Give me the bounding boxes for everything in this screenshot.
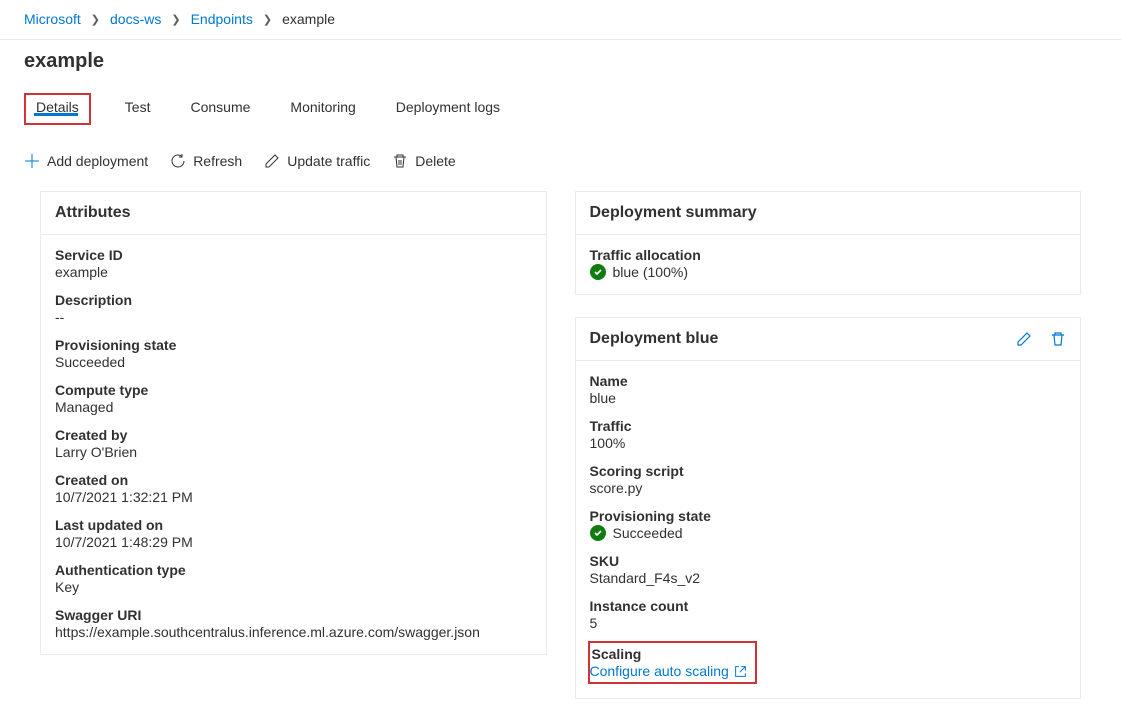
- breadcrumb-docs-ws[interactable]: docs-ws: [110, 11, 161, 27]
- created-by-value: Larry O'Brien: [55, 444, 532, 460]
- scoring-script-value: score.py: [590, 480, 1067, 496]
- breadcrumb-current: example: [282, 11, 335, 27]
- description-label: Description: [55, 292, 532, 309]
- success-icon: [590, 264, 606, 280]
- instance-count-value: 5: [590, 615, 1067, 631]
- name-value: blue: [590, 390, 1067, 406]
- plus-icon: [24, 153, 40, 169]
- sku-value: Standard_F4s_v2: [590, 570, 1067, 586]
- add-deployment-label: Add deployment: [47, 153, 148, 169]
- provisioning-state-value: Succeeded: [55, 354, 532, 370]
- sku-label: SKU: [590, 553, 1067, 570]
- configure-auto-scaling-link[interactable]: Configure auto scaling: [590, 663, 747, 679]
- traffic-label: Traffic: [590, 418, 1067, 435]
- tab-monitoring[interactable]: Monitoring: [284, 93, 361, 125]
- dep-provisioning-state-label: Provisioning state: [590, 508, 1067, 525]
- tabs: Details Test Consume Monitoring Deployme…: [0, 81, 1121, 125]
- scoring-script-label: Scoring script: [590, 463, 1067, 480]
- name-label: Name: [590, 373, 1067, 390]
- scaling-label: Scaling: [590, 646, 747, 663]
- deployment-summary-panel: Deployment summary Traffic allocation bl…: [575, 191, 1082, 295]
- breadcrumb: Microsoft ❯ docs-ws ❯ Endpoints ❯ exampl…: [0, 0, 1121, 40]
- swagger-uri-label: Swagger URI: [55, 607, 532, 624]
- created-on-value: 10/7/2021 1:32:21 PM: [55, 489, 532, 505]
- external-link-icon: [734, 665, 747, 678]
- attributes-panel: Attributes Service ID example Descriptio…: [40, 191, 547, 655]
- tab-details[interactable]: Details: [24, 93, 91, 125]
- refresh-button[interactable]: Refresh: [170, 153, 242, 169]
- breadcrumb-microsoft[interactable]: Microsoft: [24, 11, 81, 27]
- toolbar: Add deployment Refresh Update traffic De…: [0, 137, 1121, 191]
- description-value: --: [55, 309, 532, 325]
- dep-provisioning-state-value: Succeeded: [590, 525, 1067, 541]
- compute-type-label: Compute type: [55, 382, 532, 399]
- traffic-allocation-label: Traffic allocation: [590, 247, 1067, 264]
- deployment-summary-header: Deployment summary: [576, 192, 1081, 235]
- scaling-highlight: Scaling Configure auto scaling: [588, 641, 757, 684]
- auth-type-value: Key: [55, 579, 532, 595]
- attributes-header: Attributes: [41, 192, 546, 235]
- deployment-blue-panel: Deployment blue Name blue Traffic 100% S…: [575, 317, 1082, 699]
- instance-count-label: Instance count: [590, 598, 1067, 615]
- service-id-label: Service ID: [55, 247, 532, 264]
- refresh-label: Refresh: [193, 153, 242, 169]
- add-deployment-button[interactable]: Add deployment: [24, 153, 148, 169]
- chevron-right-icon: ❯: [263, 13, 272, 26]
- tab-deployment-logs[interactable]: Deployment logs: [390, 93, 506, 125]
- update-traffic-label: Update traffic: [287, 153, 370, 169]
- compute-type-value: Managed: [55, 399, 532, 415]
- delete-label: Delete: [415, 153, 455, 169]
- chevron-right-icon: ❯: [91, 13, 100, 26]
- provisioning-state-label: Provisioning state: [55, 337, 532, 354]
- update-traffic-button[interactable]: Update traffic: [264, 153, 370, 169]
- tab-test[interactable]: Test: [119, 93, 157, 125]
- last-updated-label: Last updated on: [55, 517, 532, 534]
- refresh-icon: [170, 153, 186, 169]
- last-updated-value: 10/7/2021 1:48:29 PM: [55, 534, 532, 550]
- created-on-label: Created on: [55, 472, 532, 489]
- service-id-value: example: [55, 264, 532, 280]
- auth-type-label: Authentication type: [55, 562, 532, 579]
- edit-icon: [264, 153, 280, 169]
- traffic-value: 100%: [590, 435, 1067, 451]
- swagger-uri-value: https://example.southcentralus.inference…: [55, 624, 532, 640]
- breadcrumb-endpoints[interactable]: Endpoints: [191, 11, 253, 27]
- delete-icon[interactable]: [1050, 331, 1066, 347]
- chevron-right-icon: ❯: [171, 13, 180, 26]
- tab-active-indicator: [34, 113, 78, 116]
- traffic-allocation-value: blue (100%): [590, 264, 1067, 280]
- tab-consume[interactable]: Consume: [184, 93, 256, 125]
- delete-icon: [392, 153, 408, 169]
- created-by-label: Created by: [55, 427, 532, 444]
- delete-button[interactable]: Delete: [392, 153, 455, 169]
- success-icon: [590, 525, 606, 541]
- deployment-blue-header: Deployment blue: [590, 330, 719, 348]
- page-title: example: [0, 40, 1121, 81]
- edit-icon[interactable]: [1016, 331, 1032, 347]
